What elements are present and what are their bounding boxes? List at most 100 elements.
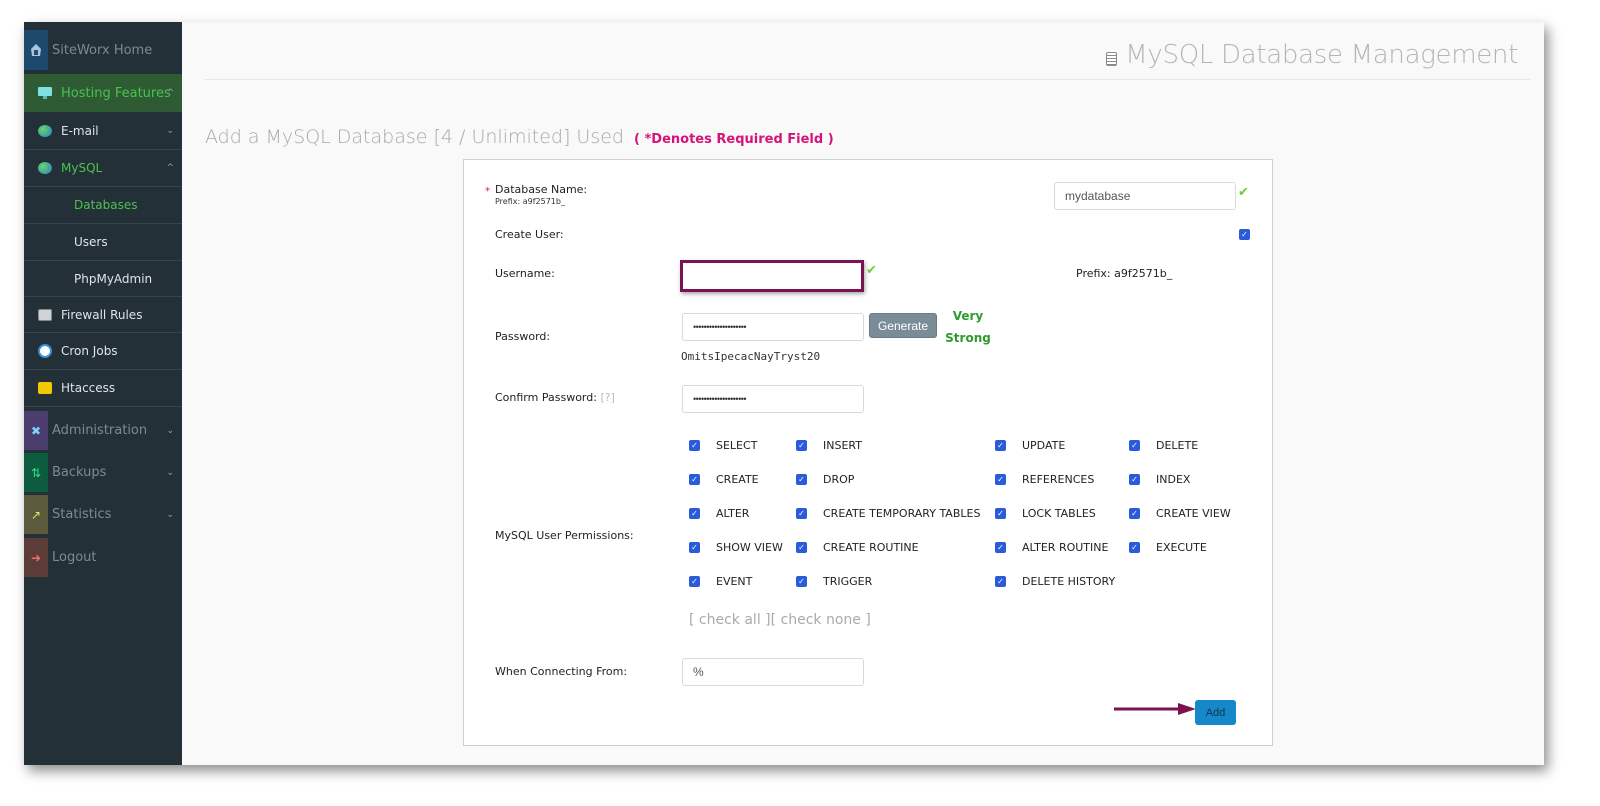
permission-checkbox[interactable]: ✓ bbox=[995, 440, 1006, 451]
database-name-prefix: Prefix: a9f2571b_ bbox=[495, 197, 565, 206]
home-icon bbox=[24, 30, 48, 70]
permission-checkbox[interactable]: ✓ bbox=[689, 440, 700, 451]
sidebar-item-htaccess[interactable]: Htaccess bbox=[24, 370, 182, 407]
permission-checkbox[interactable]: ✓ bbox=[1129, 440, 1140, 451]
permission-checkbox[interactable]: ✓ bbox=[796, 542, 807, 553]
sidebar-item-databases[interactable]: Databases bbox=[24, 187, 182, 224]
sidebar-label: Cron Jobs bbox=[61, 344, 118, 358]
permission-label: ALTER ROUTINE bbox=[1022, 541, 1109, 554]
section-title: Add a MySQL Database [4 / Unlimited] Use… bbox=[205, 126, 834, 148]
permission-label: UPDATE bbox=[1022, 439, 1066, 452]
chevron-down-icon: ⌄ bbox=[166, 467, 174, 478]
help-icon[interactable]: [?] bbox=[600, 391, 614, 404]
sidebar-label: Databases bbox=[74, 198, 138, 212]
permission-label: SHOW VIEW bbox=[716, 541, 783, 554]
check-all-link[interactable]: [ check all ] bbox=[689, 612, 771, 628]
chevron-up-icon: ^ bbox=[166, 163, 174, 173]
database-icon bbox=[38, 162, 52, 174]
permission-label: DELETE HISTORY bbox=[1022, 575, 1116, 588]
sidebar-item-backups[interactable]: ⇅ Backups ⌄ bbox=[24, 453, 182, 492]
confirm-password-label: Confirm Password: [?] bbox=[495, 391, 615, 404]
permission-checkbox[interactable]: ✓ bbox=[689, 508, 700, 519]
sidebar-item-logout[interactable]: ➜ Logout bbox=[24, 538, 182, 577]
sidebar-item-cron-jobs[interactable]: Cron Jobs bbox=[24, 333, 182, 370]
email-icon bbox=[38, 125, 52, 137]
permission-label: SELECT bbox=[716, 439, 758, 452]
sidebar-label: PhpMyAdmin bbox=[74, 271, 153, 286]
add-database-form: * Database Name: Prefix: a9f2571b_ mydat… bbox=[463, 159, 1273, 746]
permission-checkbox[interactable]: ✓ bbox=[1129, 542, 1140, 553]
sidebar-item-firewall-rules[interactable]: Firewall Rules bbox=[24, 297, 182, 333]
logout-icon: ➜ bbox=[24, 538, 48, 577]
permission-checkbox[interactable]: ✓ bbox=[995, 542, 1006, 553]
permission-checkbox[interactable]: ✓ bbox=[689, 542, 700, 553]
password-strength: Very bbox=[952, 309, 984, 323]
permission-checkbox[interactable]: ✓ bbox=[689, 474, 700, 485]
connecting-from-value: % bbox=[693, 665, 704, 679]
confirm-password-value: •••••••••••••••••••• bbox=[693, 394, 747, 404]
sidebar-label: Administration bbox=[52, 423, 148, 438]
permission-label: TRIGGER bbox=[823, 575, 873, 588]
tools-icon: ✖ bbox=[24, 411, 48, 450]
permission-checkbox[interactable]: ✓ bbox=[796, 474, 807, 485]
folder-icon bbox=[38, 382, 52, 394]
sidebar-label: Statistics bbox=[52, 507, 112, 522]
sidebar-item-administration[interactable]: ✖ Administration ⌄ bbox=[24, 411, 182, 450]
sidebar-label: Logout bbox=[52, 550, 97, 565]
permission-label: CREATE bbox=[716, 473, 759, 486]
permission-checkbox[interactable]: ✓ bbox=[796, 440, 807, 451]
sidebar-item-phpmyadmin[interactable]: PhpMyAdmin bbox=[24, 261, 182, 297]
permission-label: CREATE VIEW bbox=[1156, 507, 1231, 520]
connecting-from-input[interactable]: % bbox=[682, 658, 864, 686]
page-title-text: MySQL Database Management bbox=[1125, 40, 1518, 70]
check-none-link[interactable]: [ check none ] bbox=[771, 612, 871, 628]
main-content: MySQL Database Management Add a MySQL Da… bbox=[182, 22, 1544, 765]
username-input[interactable] bbox=[680, 260, 864, 292]
permission-label: DELETE bbox=[1156, 439, 1199, 452]
chart-icon: ↗ bbox=[24, 495, 48, 534]
create-user-checkbox[interactable]: ✓ bbox=[1239, 229, 1250, 240]
sidebar-label: MySQL bbox=[61, 161, 103, 175]
sidebar-item-hosting-features[interactable]: Hosting Features ^ bbox=[24, 74, 182, 112]
sidebar-label: Users bbox=[74, 235, 108, 249]
sidebar-label: E-mail bbox=[61, 124, 99, 138]
password-value: •••••••••••••••••••• bbox=[693, 322, 747, 332]
annotation-arrow-icon bbox=[1114, 703, 1196, 715]
sidebar-item-users[interactable]: Users bbox=[24, 224, 182, 261]
chevron-down-icon: ⌄ bbox=[166, 126, 174, 136]
permission-label: INSERT bbox=[823, 439, 862, 452]
permissions-label: MySQL User Permissions: bbox=[495, 529, 634, 542]
generate-password-button[interactable]: Generate bbox=[869, 313, 937, 338]
sidebar-label: Hosting Features bbox=[61, 85, 171, 101]
sidebar-item-email[interactable]: E-mail ⌄ bbox=[24, 113, 182, 150]
permission-checkbox[interactable]: ✓ bbox=[1129, 474, 1140, 485]
sidebar-label: SiteWorx Home bbox=[52, 42, 153, 58]
confirm-password-label-text: Confirm Password: bbox=[495, 391, 597, 404]
connecting-from-label: When Connecting From: bbox=[495, 665, 628, 678]
sidebar-item-statistics[interactable]: ↗ Statistics ⌄ bbox=[24, 495, 182, 534]
permission-label: LOCK TABLES bbox=[1022, 507, 1096, 520]
username-label: Username: bbox=[495, 267, 555, 280]
permission-checkbox[interactable]: ✓ bbox=[995, 474, 1006, 485]
permission-checkbox[interactable]: ✓ bbox=[796, 508, 807, 519]
sidebar-label: Backups bbox=[52, 465, 107, 480]
database-name-input[interactable]: mydatabase bbox=[1054, 182, 1236, 210]
app-window: SiteWorx Home Hosting Features ^ E-mail … bbox=[24, 22, 1544, 765]
clock-icon bbox=[38, 344, 52, 358]
chevron-up-icon: ^ bbox=[166, 88, 174, 98]
page-title: MySQL Database Management bbox=[1106, 40, 1518, 70]
sidebar-item-siteworx-home[interactable]: SiteWorx Home bbox=[24, 30, 182, 70]
permission-checkbox[interactable]: ✓ bbox=[995, 576, 1006, 587]
permission-checkbox[interactable]: ✓ bbox=[796, 576, 807, 587]
add-button[interactable]: Add bbox=[1195, 700, 1236, 725]
sidebar-item-mysql[interactable]: MySQL ^ bbox=[24, 150, 182, 187]
permission-links: [ check all ][ check none ] bbox=[689, 612, 871, 628]
permission-label: CREATE ROUTINE bbox=[823, 541, 919, 554]
permission-checkbox[interactable]: ✓ bbox=[689, 576, 700, 587]
sidebar: SiteWorx Home Hosting Features ^ E-mail … bbox=[24, 22, 182, 765]
chevron-down-icon: ⌄ bbox=[166, 425, 174, 436]
password-input[interactable]: •••••••••••••••••••• bbox=[682, 313, 864, 341]
permission-checkbox[interactable]: ✓ bbox=[1129, 508, 1140, 519]
confirm-password-input[interactable]: •••••••••••••••••••• bbox=[682, 385, 864, 413]
permission-checkbox[interactable]: ✓ bbox=[995, 508, 1006, 519]
